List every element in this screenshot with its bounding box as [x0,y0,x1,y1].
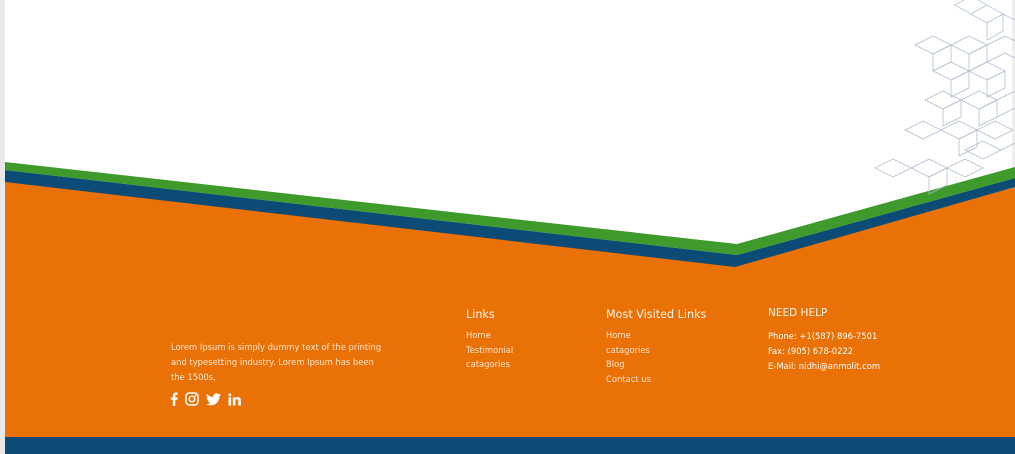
visited-link-catagories[interactable]: catagories [606,345,650,355]
link-testimonial[interactable]: Testimonial [466,345,513,355]
link-item: catagories [466,357,513,372]
phone-text: Phone: +1(587) 896-7501 [768,331,878,341]
visited-link-blog[interactable]: Blog [606,359,625,369]
links-title: Links [466,308,495,321]
social-links [170,392,241,406]
twitter-icon[interactable] [206,392,221,406]
most-visited-title: Most Visited Links [606,308,707,321]
need-help-column: NEED HELP Phone: +1(587) 896-7501 Fax: (… [768,307,880,374]
link-item: Blog [606,357,706,372]
links-column: Links Home Testimonial catagories [466,308,513,372]
visited-link-home[interactable]: Home [606,330,631,340]
linkedin-icon[interactable] [228,392,241,406]
most-visited-column: Most Visited Links Home catagories Blog … [606,308,706,386]
link-item: Testimonial [466,343,513,358]
link-item: Home [466,328,513,343]
fax-text: Fax: (905) 678-0222 [768,346,854,356]
isometric-cube-pattern [875,0,1015,195]
instagram-icon[interactable] [185,392,199,406]
copyright-bar [5,437,1015,454]
link-home[interactable]: Home [466,330,491,340]
link-item: Home [606,328,706,343]
email-text[interactable]: E-Mail: nidhi@anmolit.com [768,359,880,374]
links-list: Home Testimonial catagories [466,328,513,372]
need-help-title: NEED HELP [768,307,828,319]
link-item: Contact us [606,372,706,387]
link-item: catagories [606,343,706,358]
footer-wave-background [5,162,1015,454]
most-visited-list: Home catagories Blog Contact us [606,328,706,386]
visited-link-contact[interactable]: Contact us [606,374,651,384]
about-text: Lorem Ipsum is simply dummy text of the … [171,342,382,382]
footer-about: Lorem Ipsum is simply dummy text of the … [171,340,386,385]
link-catagories[interactable]: catagories [466,359,510,369]
contact-list: Phone: +1(587) 896-7501 Fax: (905) 678-0… [768,329,880,374]
facebook-icon[interactable] [170,392,178,406]
